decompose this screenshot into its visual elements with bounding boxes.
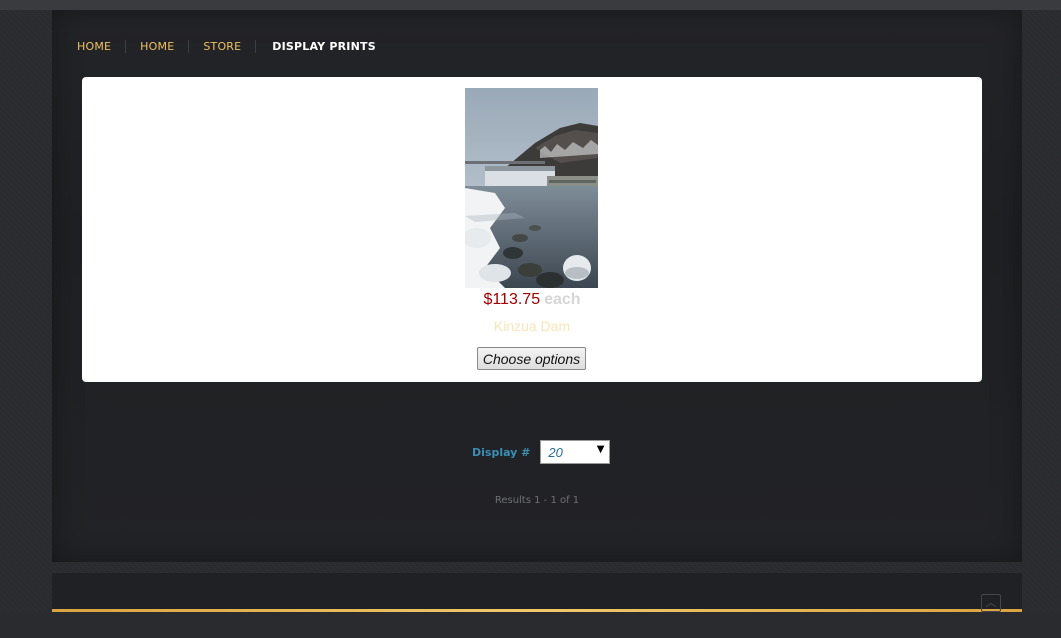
display-count-label: Display #: [472, 445, 531, 459]
price-unit: each: [544, 291, 581, 308]
chevron-down-icon: ▼: [596, 444, 605, 455]
bottom-strip: [0, 612, 1061, 638]
product-card: $113.75 each Kinzua Dam Choose options: [82, 77, 982, 382]
top-strip: [0, 0, 1061, 10]
display-count-row: Display # 20 ▼: [472, 440, 611, 464]
price-value: $113.75: [483, 291, 541, 308]
display-count-value: 20: [548, 445, 563, 460]
display-count-select[interactable]: 20 ▼: [540, 440, 611, 464]
main-content-panel: HOME HOME STORE DISPLAY PRINTS $113.75 e…: [52, 10, 1022, 562]
choose-options-button[interactable]: Choose options: [477, 347, 586, 370]
breadcrumb-home-link-2[interactable]: HOME: [125, 39, 188, 53]
price-line: $113.75 each: [82, 291, 982, 309]
breadcrumb: HOME HOME STORE DISPLAY PRINTS: [77, 37, 390, 55]
breadcrumb-home-link-1[interactable]: HOME: [77, 40, 125, 53]
breadcrumb-current: DISPLAY PRINTS: [255, 39, 390, 53]
chevron-up-icon[interactable]: ︿: [981, 594, 1001, 612]
product-thumbnail[interactable]: [465, 88, 598, 288]
breadcrumb-store-link[interactable]: STORE: [188, 39, 255, 53]
footer-panel: [52, 573, 1022, 610]
results-count: Results 1 - 1 of 1: [494, 495, 580, 506]
product-title-link[interactable]: Kinzua Dam: [82, 318, 982, 334]
